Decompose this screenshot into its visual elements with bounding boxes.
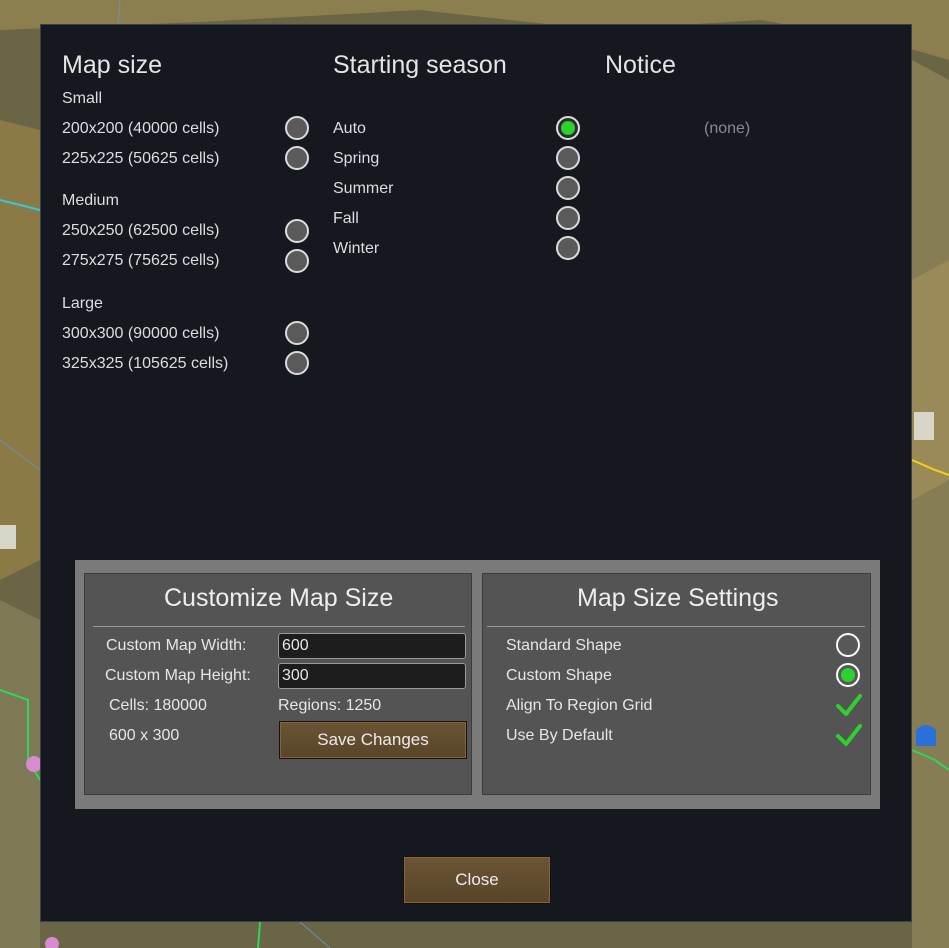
season-radio-auto[interactable] bbox=[556, 116, 580, 140]
cells-count: Cells: 180000 bbox=[109, 697, 207, 714]
custom-height-input[interactable] bbox=[278, 663, 466, 689]
regions-count: Regions: 1250 bbox=[278, 697, 382, 714]
custom-height-label: Custom Map Height: bbox=[105, 667, 251, 684]
custom-width-input[interactable] bbox=[278, 633, 466, 659]
use-by-default-checkmark-icon[interactable] bbox=[835, 722, 863, 748]
notice-title: Notice bbox=[605, 51, 676, 79]
season-option-label[interactable]: Fall bbox=[333, 210, 359, 228]
save-changes-button[interactable]: Save Changes bbox=[279, 721, 467, 759]
map-size-option-label[interactable]: 275x275 (75625 cells) bbox=[62, 252, 219, 270]
season-radio-fall[interactable] bbox=[556, 206, 580, 230]
map-size-settings-panel: Map Size Settings Standard Shape Custom … bbox=[482, 573, 871, 795]
customize-map-size-panel: Customize Map Size Custom Map Width: Cus… bbox=[84, 573, 472, 795]
close-button[interactable]: Close bbox=[403, 856, 551, 904]
create-world-map-dialog: Map size Small 200x200 (40000 cells) 225… bbox=[40, 24, 912, 922]
custom-shape-radio[interactable] bbox=[836, 663, 860, 687]
season-option-label[interactable]: Summer bbox=[333, 180, 393, 198]
customize-section: Customize Map Size Custom Map Width: Cus… bbox=[75, 560, 880, 809]
starting-season-title: Starting season bbox=[333, 51, 507, 79]
divider bbox=[487, 626, 865, 627]
map-size-option-label[interactable]: 200x200 (40000 cells) bbox=[62, 120, 219, 138]
season-radio-summer[interactable] bbox=[556, 176, 580, 200]
divider bbox=[93, 626, 465, 627]
use-by-default-label: Use By Default bbox=[506, 727, 613, 744]
map-size-radio-250[interactable] bbox=[285, 219, 309, 243]
map-size-group-medium: Medium bbox=[62, 192, 119, 209]
map-size-group-large: Large bbox=[62, 295, 103, 312]
season-option-label[interactable]: Winter bbox=[333, 240, 379, 258]
custom-shape-label: Custom Shape bbox=[506, 667, 612, 684]
map-size-radio-200[interactable] bbox=[285, 116, 309, 140]
notice-value: (none) bbox=[704, 120, 751, 137]
map-size-radio-275[interactable] bbox=[285, 249, 309, 273]
standard-shape-label: Standard Shape bbox=[506, 637, 622, 654]
map-size-option-label[interactable]: 325x325 (105625 cells) bbox=[62, 355, 228, 373]
map-size-option-label[interactable]: 250x250 (62500 cells) bbox=[62, 222, 219, 240]
map-size-title: Map size bbox=[62, 51, 163, 79]
custom-width-label: Custom Map Width: bbox=[106, 637, 247, 654]
season-option-label[interactable]: Auto bbox=[333, 120, 366, 138]
map-size-group-small: Small bbox=[62, 90, 103, 107]
customize-map-size-title: Customize Map Size bbox=[164, 584, 394, 612]
season-radio-spring[interactable] bbox=[556, 146, 580, 170]
season-radio-winter[interactable] bbox=[556, 236, 580, 260]
season-option-label[interactable]: Spring bbox=[333, 150, 379, 168]
standard-shape-radio[interactable] bbox=[836, 633, 860, 657]
map-size-radio-225[interactable] bbox=[285, 146, 309, 170]
map-dimensions: 600 x 300 bbox=[109, 727, 180, 744]
map-size-option-label[interactable]: 300x300 (90000 cells) bbox=[62, 325, 219, 343]
map-size-radio-325[interactable] bbox=[285, 351, 309, 375]
map-size-option-label[interactable]: 225x225 (50625 cells) bbox=[62, 150, 219, 168]
map-size-radio-300[interactable] bbox=[285, 321, 309, 345]
map-size-settings-title: Map Size Settings bbox=[577, 584, 779, 612]
align-region-grid-checkmark-icon[interactable] bbox=[835, 692, 863, 718]
align-region-grid-label: Align To Region Grid bbox=[506, 697, 653, 714]
